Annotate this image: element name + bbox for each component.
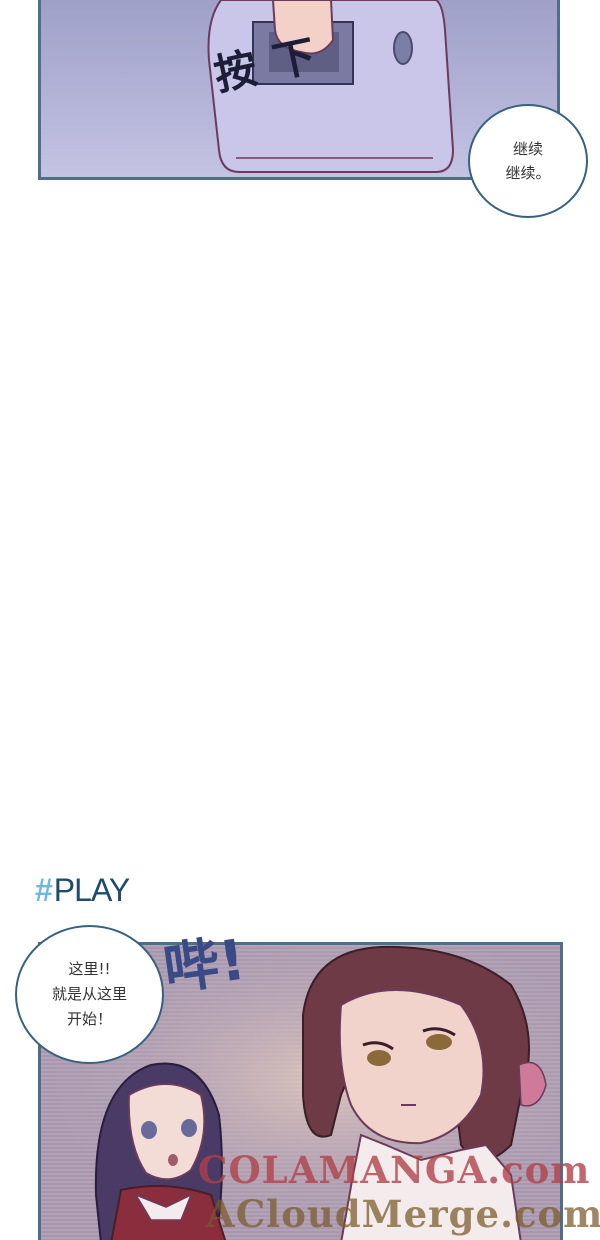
- section-heading: #PLAY: [35, 872, 130, 909]
- speech-bubble-continue: 继续 继续。: [468, 104, 588, 218]
- speech-bubble-start-here: 这里!! 就是从这里 开始！: [15, 925, 164, 1064]
- watermark-acloudmerge: ACloudMerge.com: [206, 1192, 600, 1236]
- section-heading-label: PLAY: [53, 872, 130, 908]
- watermark-colamanga: COLAMANGA.com: [198, 1148, 591, 1192]
- sfx-beep-text: 哔!: [159, 927, 250, 1004]
- hash-symbol: #: [35, 872, 53, 908]
